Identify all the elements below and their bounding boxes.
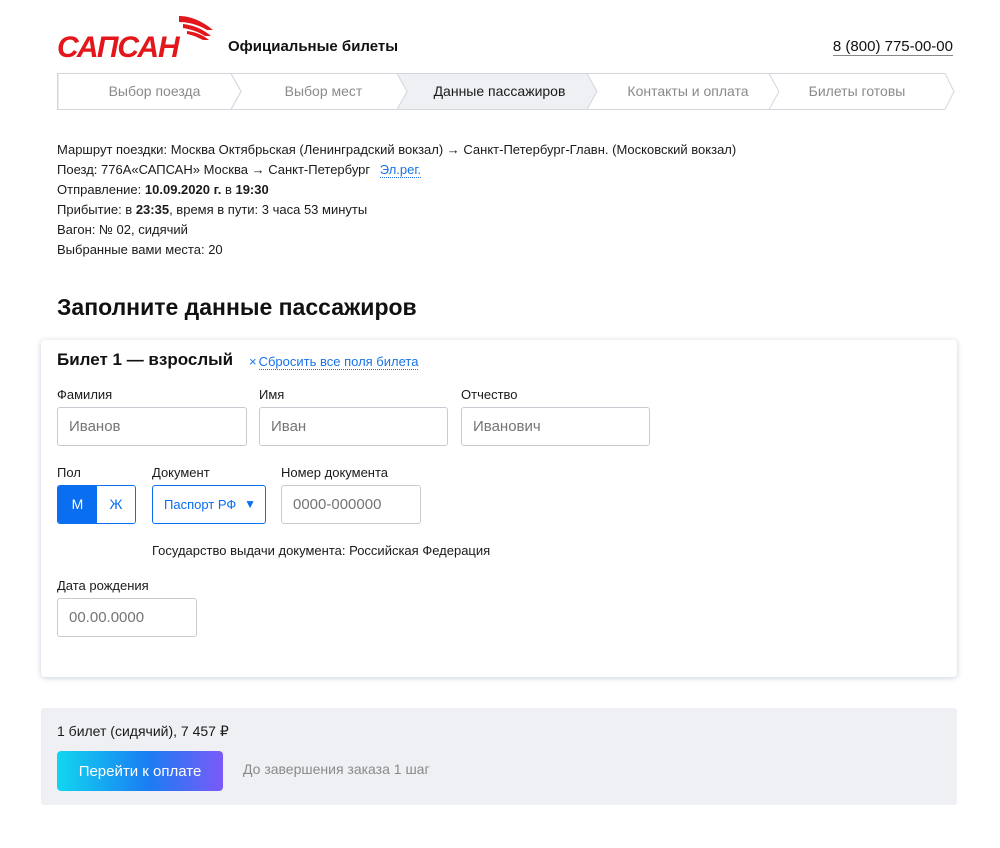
- step-contacts-payment: Контакты и оплата: [627, 83, 749, 99]
- step-select-seats[interactable]: Выбор мест: [241, 73, 406, 110]
- ticket-card: Билет 1 — взрослый × Сбросить все поля би…: [41, 340, 957, 677]
- trip-info: Маршрут поездки: Москва Октябрьская (Лен…: [57, 140, 736, 260]
- travel-time: , время в пути: 3 часа 53 минуты: [169, 202, 368, 217]
- surname-label: Фамилия: [57, 387, 113, 402]
- gender-female-button[interactable]: Ж: [96, 486, 135, 523]
- header: САПСАН Официальные билеты 8 (800) 775-00…: [57, 12, 953, 62]
- route-row: Маршрут поездки: Москва Октябрьская (Лен…: [57, 140, 736, 160]
- document-select[interactable]: Паспорт РФ ▼: [152, 485, 266, 524]
- route-value: Москва Октябрьская (Ленинградский вокзал…: [170, 142, 737, 157]
- gender-male-button[interactable]: М: [58, 486, 97, 523]
- booking-stepper: Выбор поезда Выбор мест Данные пассажиро…: [57, 73, 955, 110]
- patronymic-input[interactable]: [461, 407, 650, 446]
- proceed-to-payment-button[interactable]: Перейти к оплате: [57, 751, 223, 791]
- e-registration-link[interactable]: Эл.рег.: [379, 162, 422, 178]
- close-icon: ×: [249, 354, 257, 369]
- doc-number-input[interactable]: [281, 485, 421, 524]
- gender-label: Пол: [57, 465, 81, 480]
- birth-date-input[interactable]: [57, 598, 197, 637]
- train-label: Поезд:: [57, 162, 98, 177]
- departure-in: в: [224, 182, 232, 197]
- reset-ticket-button[interactable]: × Сбросить все поля билета: [249, 354, 419, 370]
- order-summary: 1 билет (сидячий), 7 457 ₽ Перейти к опл…: [41, 708, 957, 805]
- step-tickets-ready: Билеты готовы: [808, 83, 906, 99]
- chevron-down-icon: ▼: [244, 497, 256, 511]
- step-passenger-data: Данные пассажиров: [433, 83, 566, 99]
- departure-row: Отправление: 10.09.2020 г. в 19:30: [57, 180, 736, 200]
- arrival-time: 23:35: [135, 202, 170, 217]
- steps-remaining-text: До завершения заказа 1 шаг: [243, 761, 430, 777]
- seats-row: Выбранные вами места: 20: [57, 242, 223, 257]
- document-label: Документ: [152, 465, 210, 480]
- phone-number[interactable]: 8 (800) 775-00-00: [832, 38, 953, 56]
- name-label: Имя: [259, 387, 285, 402]
- patronymic-label: Отчество: [461, 387, 518, 402]
- train-row: Поезд: 776А«САПСАН» Москва → Санкт-Петер…: [57, 160, 736, 180]
- header-title: Официальные билеты: [228, 38, 399, 55]
- document-value: Паспорт РФ: [164, 497, 237, 512]
- ticket-title: Билет 1 — взрослый: [57, 350, 234, 369]
- arrival-label: Прибытие: в: [57, 202, 133, 217]
- departure-time: 19:30: [235, 182, 269, 197]
- reset-ticket-label: Сбросить все поля билета: [258, 354, 419, 370]
- gender-toggle: М Ж: [57, 485, 136, 524]
- train-value: 776А«САПСАН» Москва → Санкт-Петербург: [101, 162, 371, 177]
- page-title: Заполните данные пассажиров: [57, 294, 417, 320]
- surname-input[interactable]: [57, 407, 247, 446]
- arrival-row: Прибытие: в 23:35, время в пути: 3 часа …: [57, 200, 736, 220]
- svg-text:САПСАН: САПСАН: [57, 31, 181, 62]
- departure-date: 10.09.2020 г.: [144, 182, 222, 197]
- doc-number-label: Номер документа: [281, 465, 389, 480]
- sapsan-logo[interactable]: САПСАН: [57, 12, 219, 62]
- departure-label: Отправление:: [57, 182, 142, 197]
- issuing-country: Государство выдачи документа: Российская…: [152, 543, 491, 558]
- route-label: Маршрут поездки:: [57, 142, 168, 157]
- order-summary-text: 1 билет (сидячий), 7 457 ₽: [57, 723, 229, 739]
- birth-date-label: Дата рождения: [57, 578, 149, 593]
- car-row: Вагон: № 02, сидячий: [57, 222, 188, 237]
- step-select-train[interactable]: Выбор поезда: [67, 73, 242, 110]
- first-name-input[interactable]: [259, 407, 448, 446]
